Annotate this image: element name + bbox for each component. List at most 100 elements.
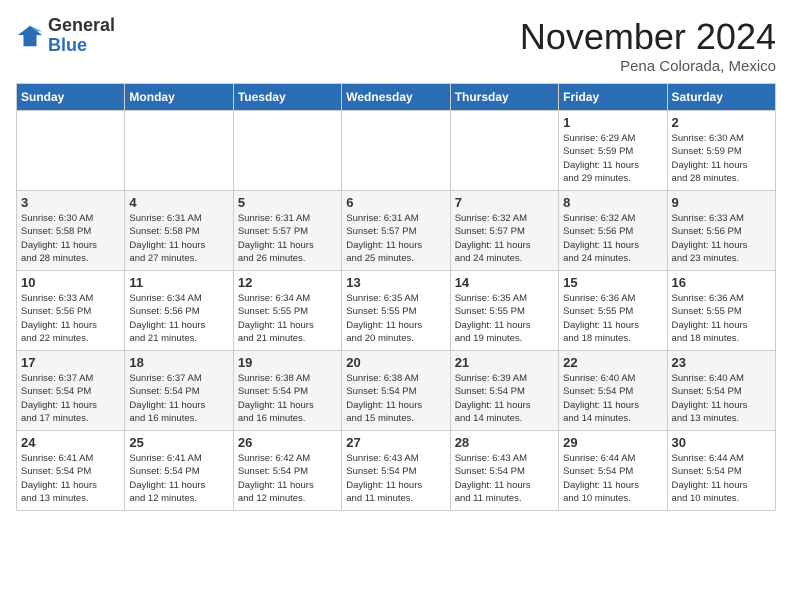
day-number: 26 (238, 435, 337, 450)
day-cell: 14Sunrise: 6:35 AM Sunset: 5:55 PM Dayli… (450, 271, 558, 351)
day-info: Sunrise: 6:43 AM Sunset: 5:54 PM Dayligh… (455, 452, 554, 505)
header-sunday: Sunday (17, 84, 125, 111)
day-number: 29 (563, 435, 662, 450)
day-number: 14 (455, 275, 554, 290)
day-cell: 11 Sunrise: 6:34 AM Sunset: 5:56 PM Dayli… (125, 271, 233, 351)
day-number: 22 (563, 355, 662, 370)
day-info: Sunrise: 6:34 AM Sunset: 5:56 PM Dayligh… (129, 292, 228, 345)
day-info: Sunrise: 6:39 AM Sunset: 5:54 PM Dayligh… (455, 372, 554, 425)
header-thursday: Thursday (450, 84, 558, 111)
day-info: Sunrise: 6:34 AM Sunset: 5:55 PM Dayligh… (238, 292, 337, 345)
day-number: 18 (129, 355, 228, 370)
header-tuesday: Tuesday (233, 84, 341, 111)
day-number: 11 (129, 275, 228, 290)
day-info: Sunrise: 6:42 AM Sunset: 5:54 PM Dayligh… (238, 452, 337, 505)
day-number: 20 (346, 355, 445, 370)
header-friday: Friday (559, 84, 667, 111)
day-number: 25 (129, 435, 228, 450)
day-info: Sunrise: 6:43 AM Sunset: 5:54 PM Dayligh… (346, 452, 445, 505)
day-cell: 26 Sunrise: 6:42 AM Sunset: 5:54 PM Dayli… (233, 431, 341, 511)
header-row: SundayMondayTuesdayWednesdayThursdayFrid… (17, 84, 776, 111)
day-cell (342, 111, 450, 191)
day-number: 13 (346, 275, 445, 290)
day-info: Sunrise: 6:29 AM Sunset: 5:59 PM Dayligh… (563, 132, 662, 185)
day-number: 7 (455, 195, 554, 210)
day-cell: 19 Sunrise: 6:38 AM Sunset: 5:54 PM Dayli… (233, 351, 341, 431)
day-info: Sunrise: 6:32 AM Sunset: 5:57 PM Dayligh… (455, 212, 554, 265)
day-cell: 15 Sunrise: 6:36 AM Sunset: 5:55 PM Dayli… (559, 271, 667, 351)
day-cell (233, 111, 341, 191)
day-info: Sunrise: 6:44 AM Sunset: 5:54 PM Dayligh… (563, 452, 662, 505)
day-info: Sunrise: 6:37 AM Sunset: 5:54 PM Dayligh… (21, 372, 120, 425)
week-row-3: 10Sunrise: 6:33 AM Sunset: 5:56 PM Dayli… (17, 271, 776, 351)
day-info: Sunrise: 6:32 AM Sunset: 5:56 PM Dayligh… (563, 212, 662, 265)
location-subtitle: Pena Colorada, Mexico (520, 58, 776, 75)
logo: General Blue (16, 16, 115, 56)
day-cell: 18 Sunrise: 6:37 AM Sunset: 5:54 PM Dayli… (125, 351, 233, 431)
day-number: 3 (21, 195, 120, 210)
day-cell: 28 Sunrise: 6:43 AM Sunset: 5:54 PM Dayli… (450, 431, 558, 511)
week-row-4: 17 Sunrise: 6:37 AM Sunset: 5:54 PM Dayli… (17, 351, 776, 431)
day-cell: 2 Sunrise: 6:30 AM Sunset: 5:59 PM Daylig… (667, 111, 775, 191)
day-cell: 3 Sunrise: 6:30 AM Sunset: 5:58 PM Daylig… (17, 191, 125, 271)
day-info: Sunrise: 6:33 AM Sunset: 5:56 PM Dayligh… (21, 292, 120, 345)
day-number: 17 (21, 355, 120, 370)
day-info: Sunrise: 6:38 AM Sunset: 5:54 PM Dayligh… (346, 372, 445, 425)
day-cell: 20 Sunrise: 6:38 AM Sunset: 5:54 PM Dayli… (342, 351, 450, 431)
month-title: November 2024 (520, 16, 776, 58)
day-number: 21 (455, 355, 554, 370)
day-number: 19 (238, 355, 337, 370)
day-number: 9 (672, 195, 771, 210)
day-cell: 1 Sunrise: 6:29 AM Sunset: 5:59 PM Daylig… (559, 111, 667, 191)
header-wednesday: Wednesday (342, 84, 450, 111)
day-info: Sunrise: 6:36 AM Sunset: 5:55 PM Dayligh… (563, 292, 662, 345)
day-cell: 9Sunrise: 6:33 AM Sunset: 5:56 PM Daylig… (667, 191, 775, 271)
day-cell: 4 Sunrise: 6:31 AM Sunset: 5:58 PM Daylig… (125, 191, 233, 271)
day-number: 4 (129, 195, 228, 210)
calendar-header: SundayMondayTuesdayWednesdayThursdayFrid… (17, 84, 776, 111)
day-info: Sunrise: 6:41 AM Sunset: 5:54 PM Dayligh… (129, 452, 228, 505)
day-cell: 27 Sunrise: 6:43 AM Sunset: 5:54 PM Dayli… (342, 431, 450, 511)
day-cell: 21 Sunrise: 6:39 AM Sunset: 5:54 PM Dayli… (450, 351, 558, 431)
day-cell: 12 Sunrise: 6:34 AM Sunset: 5:55 PM Dayli… (233, 271, 341, 351)
day-cell: 8Sunrise: 6:32 AM Sunset: 5:56 PM Daylig… (559, 191, 667, 271)
week-row-5: 24 Sunrise: 6:41 AM Sunset: 5:54 PM Dayli… (17, 431, 776, 511)
logo-text: General Blue (48, 16, 115, 56)
day-info: Sunrise: 6:41 AM Sunset: 5:54 PM Dayligh… (21, 452, 120, 505)
day-number: 30 (672, 435, 771, 450)
day-cell (125, 111, 233, 191)
day-number: 28 (455, 435, 554, 450)
day-cell: 13Sunrise: 6:35 AM Sunset: 5:55 PM Dayli… (342, 271, 450, 351)
day-number: 6 (346, 195, 445, 210)
calendar-table: SundayMondayTuesdayWednesdayThursdayFrid… (16, 83, 776, 511)
day-number: 24 (21, 435, 120, 450)
day-info: Sunrise: 6:36 AM Sunset: 5:55 PM Dayligh… (672, 292, 771, 345)
day-info: Sunrise: 6:31 AM Sunset: 5:57 PM Dayligh… (238, 212, 337, 265)
day-number: 12 (238, 275, 337, 290)
day-info: Sunrise: 6:30 AM Sunset: 5:59 PM Dayligh… (672, 132, 771, 185)
header-monday: Monday (125, 84, 233, 111)
day-info: Sunrise: 6:38 AM Sunset: 5:54 PM Dayligh… (238, 372, 337, 425)
day-number: 5 (238, 195, 337, 210)
day-cell: 24 Sunrise: 6:41 AM Sunset: 5:54 PM Dayli… (17, 431, 125, 511)
day-number: 23 (672, 355, 771, 370)
day-cell: 7 Sunrise: 6:32 AM Sunset: 5:57 PM Daylig… (450, 191, 558, 271)
day-info: Sunrise: 6:37 AM Sunset: 5:54 PM Dayligh… (129, 372, 228, 425)
day-number: 1 (563, 115, 662, 130)
day-info: Sunrise: 6:31 AM Sunset: 5:58 PM Dayligh… (129, 212, 228, 265)
day-cell: 17 Sunrise: 6:37 AM Sunset: 5:54 PM Dayli… (17, 351, 125, 431)
title-block: November 2024 Pena Colorada, Mexico (520, 16, 776, 75)
week-row-2: 3 Sunrise: 6:30 AM Sunset: 5:58 PM Daylig… (17, 191, 776, 271)
day-info: Sunrise: 6:40 AM Sunset: 5:54 PM Dayligh… (563, 372, 662, 425)
page-header: General Blue November 2024 Pena Colorada… (16, 16, 776, 75)
day-number: 2 (672, 115, 771, 130)
logo-icon (16, 22, 44, 50)
day-number: 27 (346, 435, 445, 450)
day-number: 15 (563, 275, 662, 290)
day-cell: 29 Sunrise: 6:44 AM Sunset: 5:54 PM Dayli… (559, 431, 667, 511)
calendar-body: 1 Sunrise: 6:29 AM Sunset: 5:59 PM Daylig… (17, 111, 776, 511)
day-number: 16 (672, 275, 771, 290)
day-cell: 10Sunrise: 6:33 AM Sunset: 5:56 PM Dayli… (17, 271, 125, 351)
day-info: Sunrise: 6:30 AM Sunset: 5:58 PM Dayligh… (21, 212, 120, 265)
day-info: Sunrise: 6:44 AM Sunset: 5:54 PM Dayligh… (672, 452, 771, 505)
